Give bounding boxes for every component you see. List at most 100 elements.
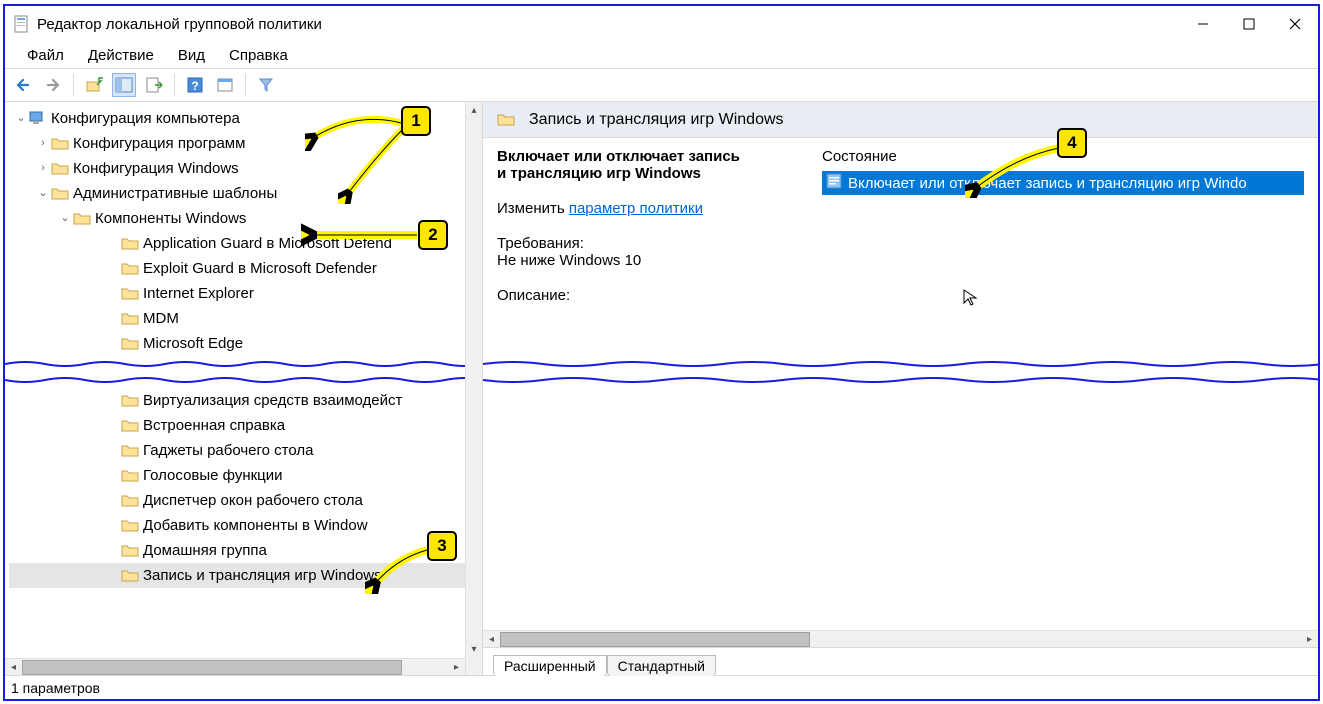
back-button[interactable] — [11, 73, 35, 97]
svg-text:?: ? — [191, 79, 198, 93]
scroll-left-icon[interactable]: ◂ — [5, 659, 22, 676]
detail-description: Включает или отключает запись и трансляц… — [497, 148, 802, 665]
tree-node-windows-components[interactable]: ⌄ Компоненты Windows — [9, 206, 482, 231]
folder-icon — [121, 261, 139, 277]
tree-node-exploit-guard[interactable]: Exploit Guard в Microsoft Defender — [9, 256, 482, 281]
tree-node-dwm[interactable]: Диспетчер окон рабочего стола — [9, 488, 465, 513]
help-button[interactable]: ? — [183, 73, 207, 97]
tree-node-admin-templates[interactable]: ⌄ Административные шаблоны — [9, 181, 482, 206]
menu-action[interactable]: Действие — [76, 44, 166, 67]
image-tear — [483, 360, 1318, 384]
folder-icon — [121, 336, 139, 352]
export-list-button[interactable] — [142, 73, 166, 97]
scroll-right-icon[interactable]: ▸ — [448, 659, 465, 676]
tab-extended[interactable]: Расширенный — [493, 655, 607, 676]
detail-header-title: Запись и трансляция игр Windows — [529, 111, 784, 129]
folder-icon — [121, 493, 139, 509]
folder-icon — [121, 311, 139, 327]
filter-button[interactable] — [254, 73, 278, 97]
minimize-button[interactable] — [1180, 9, 1226, 39]
tree-label: Запись и трансляция игр Windows — [143, 563, 382, 588]
scroll-up-icon[interactable]: ▴ — [466, 102, 482, 119]
toolbar: ? — [5, 68, 1318, 102]
tree-node-ie[interactable]: Internet Explorer — [9, 281, 482, 306]
tree-node-gadgets[interactable]: Гаджеты рабочего стола — [9, 438, 465, 463]
collapse-icon[interactable]: ⌄ — [35, 181, 51, 206]
tree-label: Компоненты Windows — [95, 206, 246, 231]
tree-node-app-guard[interactable]: Application Guard в Microsoft Defend — [9, 231, 482, 256]
scrollbar-thumb[interactable] — [22, 660, 402, 675]
image-tear — [5, 360, 482, 384]
tree-label: Административные шаблоны — [73, 181, 277, 206]
menu-bar: Файл Действие Вид Справка — [5, 42, 1318, 68]
folder-icon — [73, 211, 91, 227]
scroll-down-icon[interactable]: ▾ — [466, 641, 482, 658]
tree-node-program-config[interactable]: › Конфигурация программ — [9, 131, 482, 156]
tree-node-voice[interactable]: Голосовые функции — [9, 463, 465, 488]
forward-button[interactable] — [41, 73, 65, 97]
tree-label: Домашняя группа — [143, 538, 267, 563]
show-hide-tree-button[interactable] — [112, 73, 136, 97]
scroll-right-icon[interactable]: ▸ — [1301, 631, 1318, 648]
folder-icon — [121, 568, 139, 584]
folder-icon — [121, 518, 139, 534]
tab-standard[interactable]: Стандартный — [607, 655, 716, 676]
menu-help[interactable]: Справка — [217, 44, 300, 67]
tree-label: Application Guard в Microsoft Defend — [143, 231, 392, 256]
folder-icon — [497, 112, 515, 128]
edit-label: Изменить — [497, 200, 565, 217]
detail-header: Запись и трансляция игр Windows — [483, 102, 1318, 138]
folder-icon — [51, 186, 69, 202]
scroll-left-icon[interactable]: ◂ — [483, 631, 500, 648]
folder-icon — [51, 161, 69, 177]
maximize-button[interactable] — [1226, 9, 1272, 39]
tree-vertical-scrollbar[interactable]: ▴ ▾ — [465, 102, 482, 675]
folder-icon — [121, 236, 139, 252]
tree-label: Конфигурация компьютера — [51, 106, 240, 131]
state-column-header[interactable]: Состояние — [822, 148, 1304, 165]
tree-node-windows-config[interactable]: › Конфигурация Windows — [9, 156, 482, 181]
collapse-icon[interactable]: ⌄ — [13, 106, 29, 131]
tree-node-builtin-help[interactable]: Встроенная справка — [9, 413, 465, 438]
close-button[interactable] — [1272, 9, 1318, 39]
folder-icon — [121, 286, 139, 302]
tree-node-add-components[interactable]: Добавить компоненты в Window — [9, 513, 465, 538]
edit-policy-link[interactable]: параметр политики — [569, 200, 703, 217]
tree-label: MDM — [143, 306, 179, 331]
tree-node-virtualization[interactable]: Виртуализация средств взаимодейст — [9, 388, 465, 413]
tree-node-game-recording[interactable]: Запись и трансляция игр Windows — [9, 563, 465, 588]
tree-node-homegroup[interactable]: Домашняя группа — [9, 538, 465, 563]
policy-item-label: Включает или отключает запись и трансляц… — [848, 175, 1247, 192]
window-title: Редактор локальной групповой политики — [37, 16, 322, 33]
tree-label: Конфигурация Windows — [73, 156, 239, 181]
menu-file[interactable]: Файл — [15, 44, 76, 67]
tree-horizontal-scrollbar[interactable]: ◂ ▸ — [5, 658, 465, 675]
computer-icon — [29, 111, 47, 127]
title-bar: Редактор локальной групповой политики — [5, 6, 1318, 42]
setting-title-line1: Включает или отключает запись — [497, 148, 740, 165]
folder-icon — [121, 543, 139, 559]
scrollbar-thumb[interactable] — [500, 632, 810, 647]
tree-node-edge[interactable]: Microsoft Edge — [9, 331, 482, 356]
up-level-button[interactable] — [82, 73, 106, 97]
properties-button[interactable] — [213, 73, 237, 97]
folder-icon — [121, 393, 139, 409]
expand-icon[interactable]: › — [35, 156, 51, 181]
menu-view[interactable]: Вид — [166, 44, 217, 67]
tree-node-computer-config[interactable]: ⌄ Конфигурация компьютера — [9, 106, 482, 131]
collapse-icon[interactable]: ⌄ — [57, 206, 73, 231]
tree-node-mdm[interactable]: MDM — [9, 306, 482, 331]
requirements-value: Не ниже Windows 10 — [497, 252, 802, 269]
tree-label: Гаджеты рабочего стола — [143, 438, 313, 463]
description-label: Описание: — [497, 287, 802, 304]
app-icon — [13, 14, 29, 34]
tree-label: Встроенная справка — [143, 413, 285, 438]
detail-horizontal-scrollbar[interactable]: ◂ ▸ — [483, 630, 1318, 647]
policy-list-item[interactable]: Включает или отключает запись и трансляц… — [822, 171, 1304, 195]
requirements-label: Требования: — [497, 235, 802, 252]
cursor-icon — [962, 288, 980, 306]
detail-tabs: Расширенный Стандартный — [483, 647, 1318, 675]
tree-label: Exploit Guard в Microsoft Defender — [143, 256, 377, 281]
tree-label: Добавить компоненты в Window — [143, 513, 368, 538]
expand-icon[interactable]: › — [35, 131, 51, 156]
